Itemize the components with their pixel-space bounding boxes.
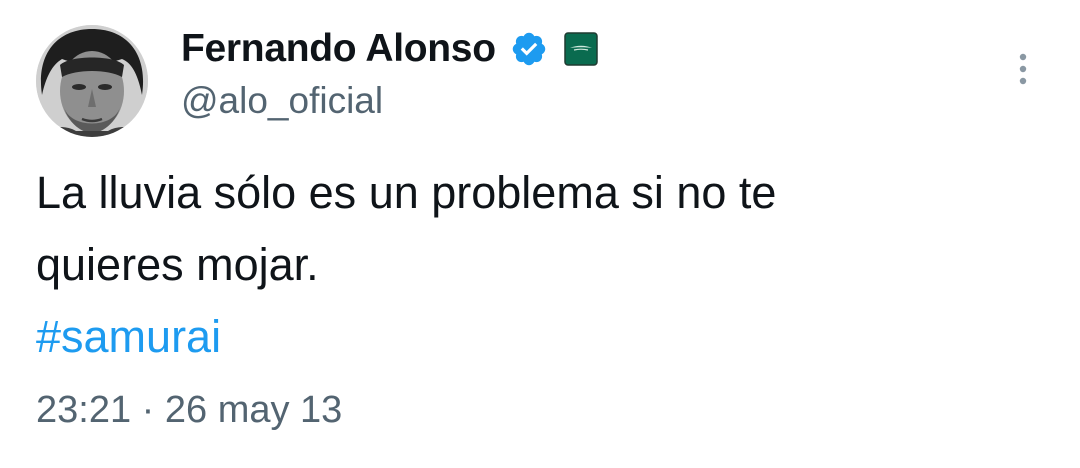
avatar-image xyxy=(36,25,148,137)
tweet-timestamp[interactable]: 23:21 · 26 may 13 xyxy=(36,389,342,432)
tweet-text: La lluvia sólo es un problema si no te q… xyxy=(36,157,1036,373)
hashtag-link[interactable]: #samurai xyxy=(36,311,221,362)
verified-badge-icon[interactable] xyxy=(510,30,548,68)
tweet-text-line: quieres mojar. xyxy=(36,239,319,290)
more-vertical-icon[interactable] xyxy=(1008,50,1038,88)
tweet-time: 23:21 xyxy=(36,389,132,431)
aston-martin-badge-icon[interactable] xyxy=(563,32,598,66)
author-handle[interactable]: @alo_oficial xyxy=(181,80,383,122)
meta-separator: · xyxy=(141,389,155,431)
avatar[interactable] xyxy=(36,25,148,137)
tweet-date: 26 may 13 xyxy=(164,389,343,431)
tweet-card: Fernando Alonso @alo_oficial La lluvia s… xyxy=(0,0,1080,468)
author-display-name[interactable]: Fernando Alonso xyxy=(181,27,496,71)
author-name-row: Fernando Alonso xyxy=(181,26,598,72)
tweet-text-line: La lluvia sólo es un problema si no te xyxy=(36,167,777,218)
